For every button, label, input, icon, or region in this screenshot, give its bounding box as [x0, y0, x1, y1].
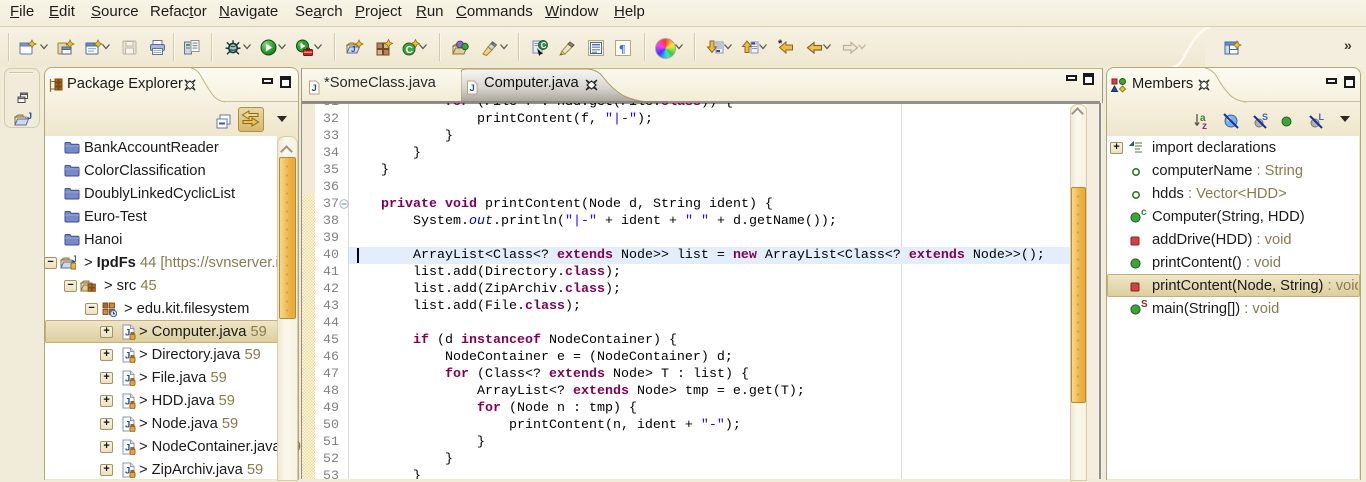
svg-text:S: S	[1262, 112, 1268, 122]
svg-text:z: z	[1202, 121, 1207, 130]
svg-text:C: C	[406, 44, 414, 56]
svg-text:¶: ¶	[619, 42, 625, 56]
svg-text:J: J	[470, 83, 475, 94]
svg-text:J: J	[27, 111, 32, 121]
svg-text:J: J	[351, 45, 355, 54]
svg-text:L: L	[1319, 112, 1325, 122]
svg-text:C: C	[541, 41, 547, 50]
svg-text:J: J	[312, 83, 317, 94]
